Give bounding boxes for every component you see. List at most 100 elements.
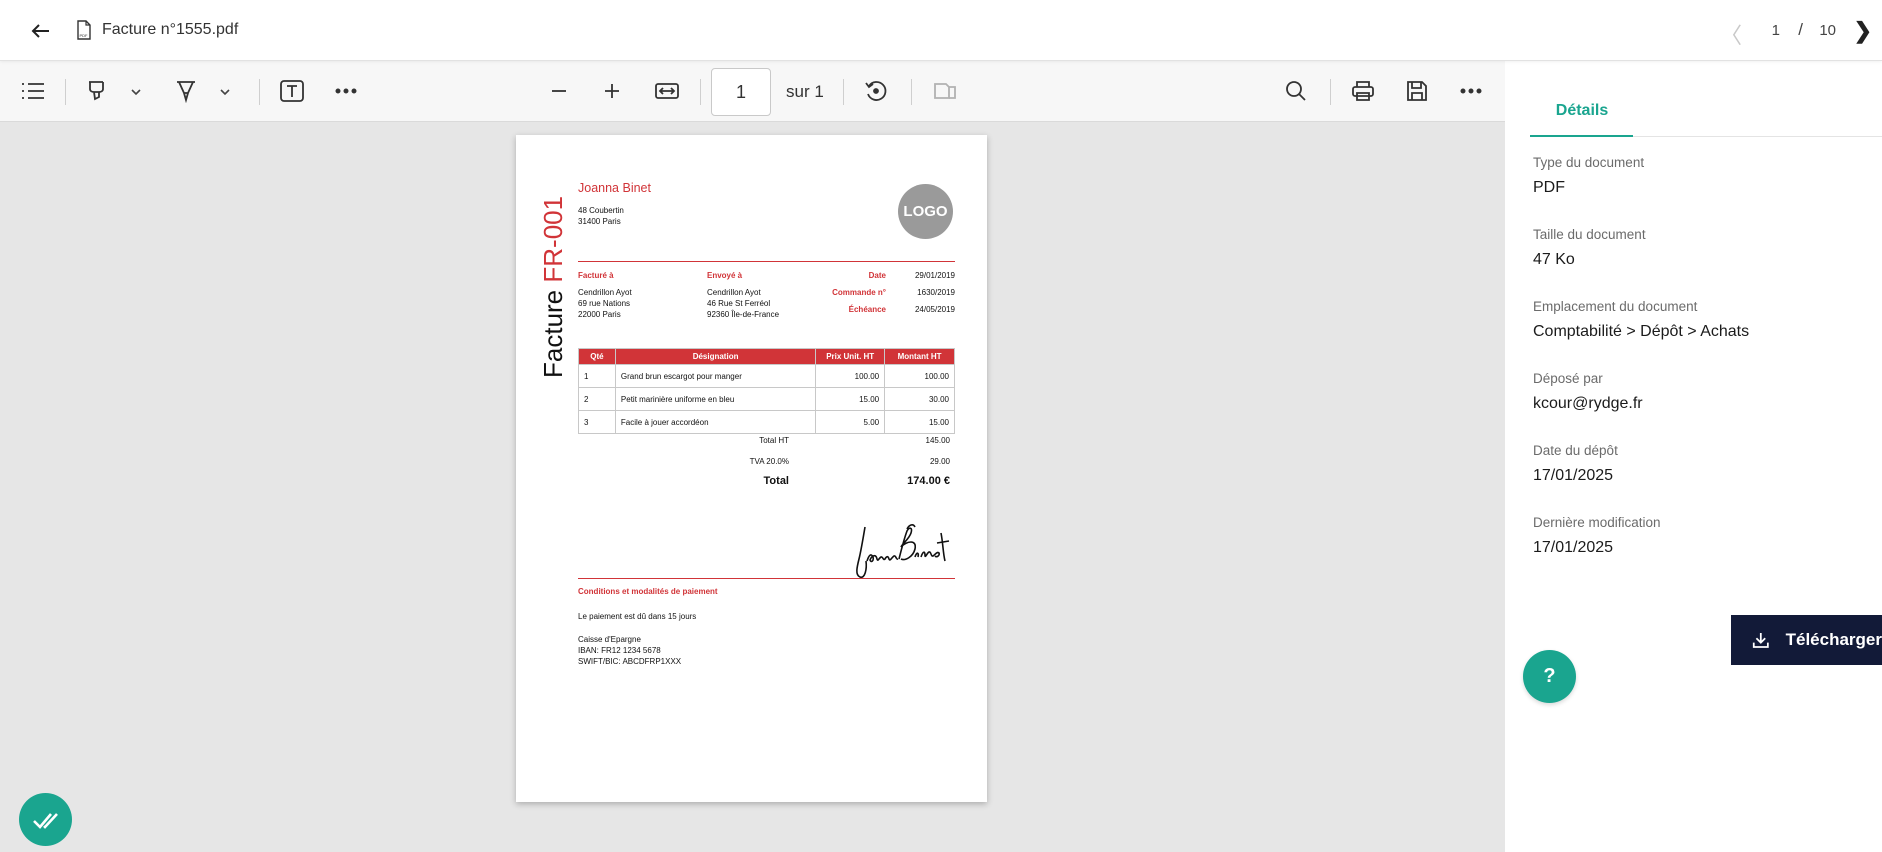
order-value: 1630/2019 bbox=[917, 288, 955, 297]
toolbar-divider bbox=[65, 79, 66, 105]
table-cell: 15.00 bbox=[815, 387, 886, 411]
sender-address-line: 31400 Paris bbox=[578, 217, 621, 226]
search-icon[interactable] bbox=[1280, 76, 1312, 106]
pager-separator: / bbox=[1798, 20, 1803, 39]
signature-image bbox=[851, 521, 955, 583]
download-icon bbox=[1752, 632, 1769, 648]
double-check-icon bbox=[32, 812, 58, 829]
tab-divider bbox=[1633, 136, 1882, 137]
highlighter-icon[interactable] bbox=[81, 76, 113, 106]
document-size-value: 47 Ko bbox=[1533, 251, 1575, 268]
table-cell: Facile à jouer accordéon bbox=[614, 410, 817, 434]
column-header: Qté bbox=[578, 348, 616, 365]
help-button[interactable]: ? bbox=[1523, 650, 1576, 703]
divider bbox=[578, 578, 955, 579]
top-header: PDF Facture n°1555.pdf 〈 1 / 10 ❯ bbox=[0, 0, 1882, 61]
rotate-icon[interactable] bbox=[860, 76, 892, 106]
document-location-value: Comptabilité > Dépôt > Achats bbox=[1533, 323, 1750, 340]
uploaded-by-value: kcour@rydge.fr bbox=[1533, 395, 1643, 412]
total-ht-value: 145.00 bbox=[925, 436, 950, 445]
column-header: Désignation bbox=[614, 348, 817, 365]
invoice-number: FR-001 bbox=[538, 195, 568, 283]
invoice-title: Facture FR-001 bbox=[538, 196, 569, 378]
billed-to-address: 22000 Paris bbox=[578, 310, 621, 319]
back-arrow-icon[interactable] bbox=[28, 18, 54, 44]
pdf-page: Facture FR-001 Joanna Binet 48 Coubertin… bbox=[516, 135, 987, 802]
pager-current: 1 bbox=[1771, 22, 1780, 39]
download-label: Télécharger bbox=[1785, 630, 1882, 649]
billed-to-address: 69 rue Nations bbox=[578, 299, 631, 308]
table-cell: 5.00 bbox=[815, 410, 886, 434]
pdf-file-icon: PDF bbox=[76, 20, 92, 40]
table-cell: 2 bbox=[578, 387, 616, 411]
swift-bic: SWIFT/BIC: ABCDFRP1XXX bbox=[578, 657, 682, 666]
invoice-items-table: Qté Désignation Prix Unit. HT Montant HT… bbox=[578, 348, 955, 434]
uploaded-by-label: Déposé par bbox=[1533, 371, 1603, 386]
sender-address-line: 48 Coubertin bbox=[578, 206, 624, 215]
pen-icon[interactable] bbox=[170, 76, 202, 106]
due-date-value: 24/05/2019 bbox=[914, 305, 955, 314]
document-type-label: Type du document bbox=[1533, 155, 1645, 170]
document-location-label: Emplacement du document bbox=[1533, 299, 1698, 314]
validate-button[interactable] bbox=[19, 793, 72, 846]
toolbar-divider bbox=[259, 79, 260, 105]
table-cell: Grand brun escargot pour manger bbox=[614, 364, 817, 388]
table-cell: 1 bbox=[578, 364, 616, 388]
company-logo: LOGO bbox=[898, 184, 953, 239]
fit-width-icon[interactable] bbox=[651, 76, 683, 106]
table-cell: Petit marinière uniforme en bleu bbox=[614, 387, 817, 411]
pdf-viewer: sur 1 Facture FR-001 Joanna Binet 48 Cou… bbox=[0, 61, 1505, 852]
active-tab-indicator bbox=[1530, 135, 1633, 137]
table-row: 3 Facile à jouer accordéon 5.00 15.00 bbox=[578, 410, 955, 434]
tab-details[interactable]: Détails bbox=[1532, 102, 1632, 120]
page-number-input[interactable] bbox=[711, 68, 771, 116]
outline-list-icon[interactable] bbox=[17, 76, 49, 106]
table-cell: 15.00 bbox=[884, 410, 955, 434]
table-row: 1 Grand brun escargot pour manger 100.00… bbox=[578, 364, 955, 388]
chevron-down-icon[interactable] bbox=[129, 85, 143, 99]
next-document-button[interactable]: ❯ bbox=[1854, 18, 1872, 44]
shipped-to-address: 46 Rue St Ferréol bbox=[707, 299, 771, 308]
details-sidebar: Détails Type du document PDF Taille du d… bbox=[1505, 61, 1882, 852]
billed-to-name: Cendrillon Ayot bbox=[578, 288, 632, 297]
download-button[interactable]: Télécharger bbox=[1731, 615, 1882, 665]
shipped-to-address: 92360 Île-de-France bbox=[707, 310, 780, 319]
table-cell: 3 bbox=[578, 410, 616, 434]
pager-total: 10 bbox=[1819, 22, 1836, 39]
upload-date-label: Date du dépôt bbox=[1533, 443, 1618, 458]
tva-label: TVA 20.0% bbox=[749, 457, 789, 466]
iban: IBAN: FR12 1234 5678 bbox=[578, 646, 661, 655]
column-header: Montant HT bbox=[884, 348, 955, 365]
zoom-out-icon[interactable] bbox=[543, 76, 575, 106]
total-label: Total bbox=[763, 475, 789, 487]
date-value: 29/01/2019 bbox=[914, 271, 955, 280]
divider bbox=[578, 261, 955, 262]
zoom-in-icon[interactable] bbox=[596, 76, 628, 106]
total-ht-label: Total HT bbox=[759, 436, 789, 445]
date-label: Date bbox=[868, 271, 886, 280]
shipped-to-name: Cendrillon Ayot bbox=[707, 288, 761, 297]
table-header-row: Qté Désignation Prix Unit. HT Montant HT bbox=[578, 348, 955, 365]
chevron-down-icon[interactable] bbox=[218, 85, 232, 99]
file-title: Facture n°1555.pdf bbox=[102, 21, 239, 38]
viewer-toolbar: sur 1 bbox=[0, 61, 1505, 122]
bank-name: Caisse d'Epargne bbox=[578, 635, 641, 644]
table-cell: 100.00 bbox=[884, 364, 955, 388]
text-tool-icon[interactable] bbox=[276, 76, 308, 106]
prev-document-button[interactable]: 〈 bbox=[1720, 18, 1742, 50]
upload-date-value: 17/01/2025 bbox=[1533, 467, 1614, 484]
table-cell: 30.00 bbox=[884, 387, 955, 411]
invoice-title-word: Facture bbox=[538, 289, 568, 378]
order-label: Commande n° bbox=[832, 288, 886, 297]
more-options-icon[interactable] bbox=[1455, 76, 1487, 106]
print-icon[interactable] bbox=[1347, 76, 1379, 106]
page-thumbnail-icon[interactable] bbox=[929, 76, 961, 106]
sender-name: Joanna Binet bbox=[578, 181, 651, 195]
save-icon[interactable] bbox=[1401, 76, 1433, 106]
last-modified-value: 17/01/2025 bbox=[1533, 539, 1614, 556]
toolbar-divider bbox=[700, 79, 701, 105]
table-row: 2 Petit marinière uniforme en bleu 15.00… bbox=[578, 387, 955, 411]
more-tools-icon[interactable] bbox=[330, 76, 362, 106]
shipped-to-label: Envoyé à bbox=[707, 271, 743, 280]
toolbar-divider bbox=[843, 79, 844, 105]
